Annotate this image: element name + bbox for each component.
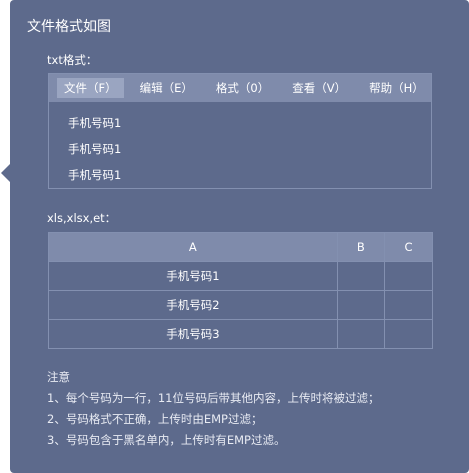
notes-section: 注意 1、每个号码为一行，11位号码后带其他内容，上传时将被过滤； 2、号码格式… [47,367,379,451]
cell-b3 [336,319,385,349]
cell-b2 [336,290,385,320]
cell-c2 [383,290,434,320]
column-header-c: C [383,232,434,262]
menu-item-file: 文件（F） [57,78,124,98]
spreadsheet-example: A B C 手机号码1 手机号码2 手机号码3 [48,232,434,349]
column-header-a: A [48,232,338,262]
menu-item-edit: 编辑（E） [139,81,193,95]
file-format-tooltip: 文件格式如图 txt格式： 文件（F） 编辑（E） 格式（0） 查看（V） 帮助… [10,0,469,473]
cell-a1: 手机号码1 [48,261,338,291]
note-item: 2、号码格式不正确，上传时由EMP过滤； [47,412,263,426]
cell-c1 [383,261,434,291]
cell-a3: 手机号码3 [48,319,338,349]
tooltip-title: 文件格式如图 [27,19,111,35]
txt-line: 手机号码1 [68,168,122,182]
table-row: 手机号码3 [48,319,434,349]
column-header-row: A B C [48,232,434,262]
menu-item-view: 查看（V） [292,81,347,95]
notes-heading: 注意 [47,370,70,384]
note-item: 1、每个号码为一行，11位号码后带其他内容，上传时将被过滤； [47,391,380,405]
table-row: 手机号码1 [48,261,434,291]
table-row: 手机号码2 [48,290,434,320]
txt-line: 手机号码1 [68,116,122,130]
txt-content: 手机号码1 手机号码1 手机号码1 [49,102,431,188]
txt-example-window: 文件（F） 编辑（E） 格式（0） 查看（V） 帮助（H） 手机号码1 手机号码… [48,73,432,189]
menu-bar: 文件（F） 编辑（E） 格式（0） 查看（V） 帮助（H） [49,74,431,102]
menu-item-help: 帮助（H） [369,81,424,95]
xls-format-label: xls,xlsx,et： [47,211,117,225]
column-header-b: B [336,232,385,262]
menu-item-format: 格式（0） [215,81,270,95]
cell-b1 [336,261,385,291]
cell-c3 [383,319,434,349]
txt-line: 手机号码1 [68,142,122,156]
note-item: 3、号码包含于黑名单内，上传时有EMP过滤。 [47,433,286,447]
txt-format-label: txt格式： [47,53,98,67]
cell-a2: 手机号码2 [48,290,338,320]
